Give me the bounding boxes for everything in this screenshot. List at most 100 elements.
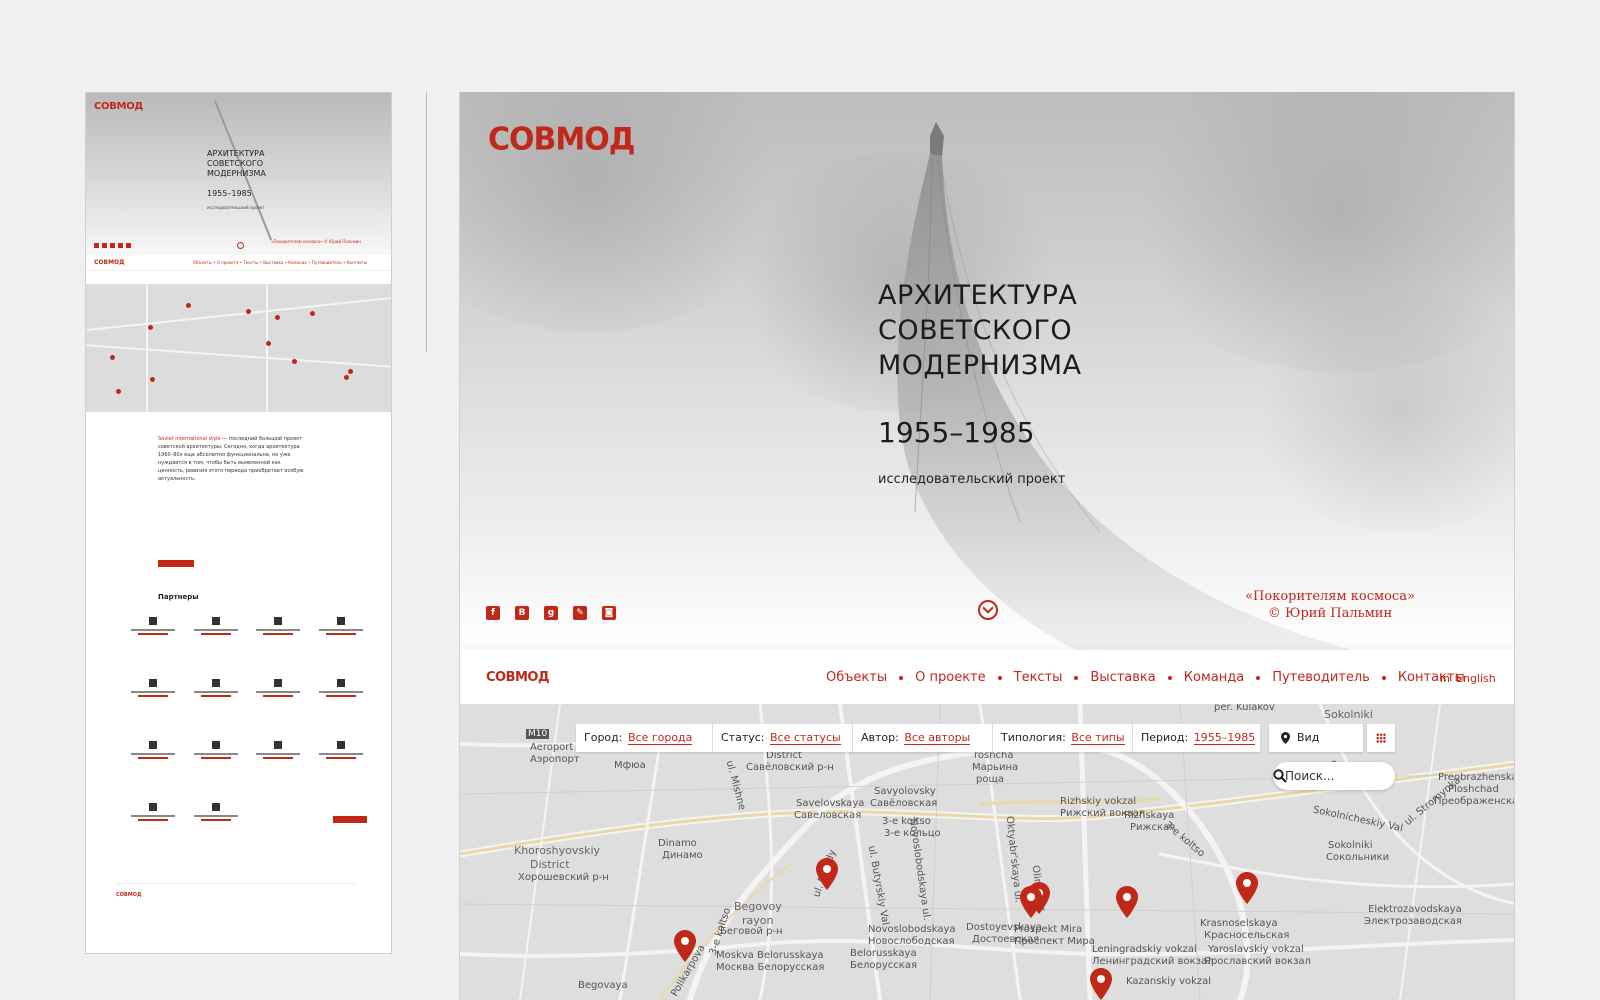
map-label: Belorusskaya [850,948,917,959]
map-label: Хорошевский р-н [518,872,609,883]
divider [426,92,427,352]
map-label: Savyolovsky [874,786,936,797]
map-pin-icon[interactable] [1236,872,1258,904]
filter-typology[interactable]: Типология: Все типы [993,724,1133,752]
desktop-page: СОВМОД АРХИТЕКТУРА СОВЕТСКОГО МОДЕРНИЗМА… [459,92,1515,1000]
hero-title: АРХИТЕКТУРА СОВЕТСКОГО МОДЕРНИЗМА [878,280,1082,381]
thumb-nav-logo: СОВМОД [94,259,125,266]
map-label: Leningradskiy vokzal [1092,944,1197,955]
search-input[interactable] [1285,768,1365,784]
map-label: Aeroport [530,742,574,753]
nav-logo[interactable]: СОВМОД [486,670,550,685]
map-label: Savelovskaya [796,798,865,809]
thumb-button [158,560,194,567]
thumb-intro-text: Soviet international style — последний б… [158,436,304,482]
thumb-navbar: СОВМОД Объекты • О проекте • Тексты • Вы… [86,255,391,271]
map-label: Преображенская [1434,796,1514,807]
instagram-icon[interactable]: ◙ [602,606,616,620]
filter-city[interactable]: Город: Все города [576,724,713,752]
google-plus-icon[interactable]: g [544,606,558,620]
nav-item-about[interactable]: О проекте [915,670,986,685]
location-pin-icon [1281,732,1290,744]
map-label: Аэропорт [530,754,580,765]
map-label: Савёловский р-н [746,762,834,773]
map-label: District [530,858,570,871]
map-label: Ярославский вокзал [1204,956,1311,967]
map-label: Марьина [972,762,1019,773]
filter-period[interactable]: Период: 1955–1985 [1133,724,1260,752]
map[interactable]: M10 Aeroport Аэропорт Мфюа District Савё… [460,704,1514,1000]
thumb-footer: СОВМОД [116,883,356,943]
thumb-partners-grid [122,617,372,839]
map-label: Савеловская [794,810,862,821]
site-logo[interactable]: СОВМОД [488,121,635,158]
nav-item-objects[interactable]: Объекты [826,670,887,685]
thumb-button-2 [333,816,367,823]
thumb-partners-title: Партнеры [158,593,199,601]
thumb-social-icons [94,243,131,248]
map-label: per. Kulakov [1214,704,1275,713]
nav-separator [997,675,1002,680]
map-label: M10 [526,729,550,739]
language-switch[interactable]: in English [1440,672,1496,685]
social-links: f В g ✎ ◙ [486,606,616,620]
map-label: Проспект Мира [1014,936,1095,947]
scroll-down-icon[interactable] [978,600,998,620]
nav-separator [1167,675,1172,680]
facebook-icon[interactable]: f [486,606,500,620]
map-label: Rizhskaya [1124,810,1175,821]
map-label: Белорусская [850,960,917,971]
thumb-nav-items: Объекты • О проекте • Тексты • Выставка … [193,260,368,265]
map-label: Begovoy [734,900,782,913]
nav-separator [899,675,904,680]
map-pin-icon[interactable] [1020,886,1042,918]
map-label: Elektrozavodskaya [1368,904,1462,915]
hero-subtitle: исследовательский проект [878,472,1066,487]
map-view-button[interactable]: Вид картой [1269,724,1363,772]
photo-credit: «Покорителям космоса» © Юрий Пальмин [1245,589,1415,621]
search-icon[interactable] [1273,769,1287,783]
map-pin-icon[interactable] [1090,968,1112,1000]
nav-item-team[interactable]: Команда [1184,670,1244,685]
page-thumbnail: СОВМОД АРХИТЕКТУРА СОВЕТСКОГО МОДЕРНИЗМА… [85,92,392,954]
search-box [1273,762,1395,790]
map-label: Мфюа [614,760,646,771]
vk-icon[interactable]: В [515,606,529,620]
livejournal-icon[interactable]: ✎ [573,606,587,620]
nav-item-exhibition[interactable]: Выставка [1090,670,1155,685]
hero-years: 1955–1985 [878,416,1035,449]
map-label: Kazanskiy vokzal [1126,976,1212,987]
map-label: Савёловская [870,798,938,809]
grid-icon [1376,733,1386,743]
map-label: Moskva Belorusskaya [716,950,824,961]
map-pin-icon[interactable] [1116,886,1138,918]
map-label: Sokolniki [1328,840,1373,851]
thumb-credit: «Покорителям космоса» © Юрий Пальмин [270,239,361,244]
map-label: Беговой р-н [720,926,783,937]
nav-separator [1256,675,1261,680]
map-label: Prospekt Mira [1014,924,1083,935]
hero: СОВМОД АРХИТЕКТУРА СОВЕТСКОГО МОДЕРНИЗМА… [460,92,1514,652]
filter-status[interactable]: Статус: Все статусы [713,724,853,752]
map-label: Сокольники [1326,852,1390,863]
map-pin-icon[interactable] [674,930,696,962]
nav-item-texts[interactable]: Тексты [1014,670,1063,685]
map-label: Электрозаводская [1364,916,1462,927]
nav-item-guide[interactable]: Путеводитель [1272,670,1370,685]
thumb-subtitle: исследовательский проект [207,205,265,210]
map-pin-icon[interactable] [816,858,838,890]
map-label: Sokolniki [1324,708,1373,721]
thumb-map [86,285,391,412]
map-label: Ленинградский вокзал [1092,956,1214,967]
navbar: СОВМОД Объекты О проекте Тексты Выставка… [460,650,1514,704]
map-label: Krasnoselskaya [1200,918,1278,929]
filter-author[interactable]: Автор: Все авторы [853,724,993,752]
thumb-filter-bar [86,271,391,285]
grid-view-button[interactable] [1367,724,1395,752]
thumb-hero: СОВМОД АРХИТЕКТУРА СОВЕТСКОГО МОДЕРНИЗМА… [86,93,391,255]
map-label: Khoroshyovskiy [514,844,601,857]
map-label: Yaroslavskiy vokzal [1208,944,1304,955]
map-label: Красносельская [1204,930,1290,941]
map-label: роща [976,774,1005,785]
nav-separator [1381,675,1386,680]
